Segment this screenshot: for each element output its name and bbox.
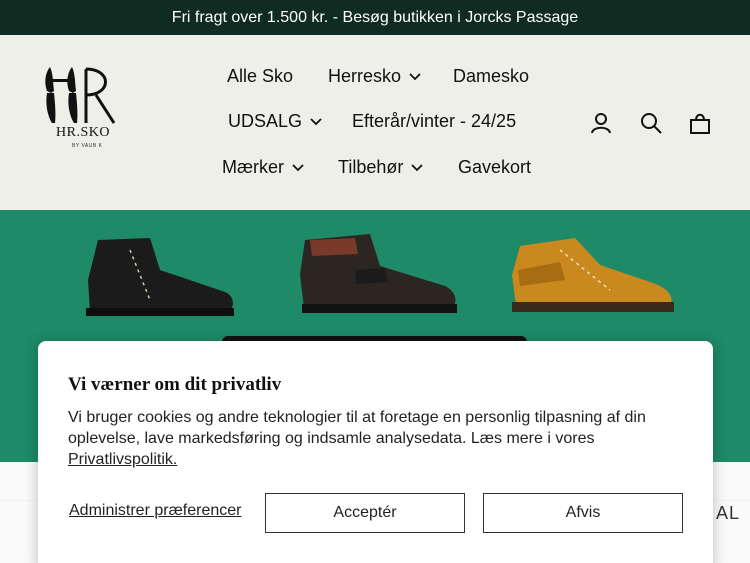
cookie-consent-dialog: Vi værner om dit privatliv Vi bruger coo… [38,341,713,563]
section-heading-fragment: AL [716,503,741,523]
chevron-down-icon [409,72,421,80]
hero-shoes-image [86,234,674,316]
cookie-title: Vi værner om dit privatliv [68,374,282,395]
search-icon [641,113,662,134]
nav-label: UDSALG [228,111,303,131]
logo-subtext: BY VAUB K [72,143,103,149]
announcement-text: Fri fragt over 1.500 kr. - Besøg butikke… [171,8,579,26]
search-button[interactable] [638,110,664,136]
nav-label: Alle Sko [227,66,294,86]
chevron-down-icon [310,117,322,125]
site-header: HR.SKO BY VAUB K Alle Sko Herresko Dames… [0,35,750,210]
accept-button[interactable]: Acceptér [265,493,465,533]
logo[interactable]: HR.SKO BY VAUB K [42,65,132,155]
cookie-body: Vi bruger cookies og andre teknologier t… [68,407,688,470]
account-icon [591,113,611,134]
nav-label: Damesko [453,66,530,86]
cart-icon [690,113,710,134]
nav-udsalg[interactable]: UDSALG [228,111,322,132]
nav-herresko[interactable]: Herresko [328,66,421,87]
nav-maerker[interactable]: Mærker [222,157,304,178]
cookie-body-text: Vi bruger cookies og andre teknologier t… [68,409,646,447]
cart-button[interactable] [687,110,713,136]
logo-mark-icon [45,67,116,124]
announcement-bar: Fri fragt over 1.500 kr. - Besøg butikke… [0,0,750,35]
nav-label: Herresko [328,66,402,86]
nav-label: Tilbehør [338,157,404,177]
nav-alle-sko[interactable]: Alle Sko [227,66,293,87]
decline-button[interactable]: Afvis [483,493,683,533]
nav-damesko[interactable]: Damesko [453,66,529,87]
chevron-down-icon [292,163,304,171]
nav-efteraar-vinter[interactable]: Efterår/vinter - 24/25 [352,111,516,132]
account-button[interactable] [588,110,614,136]
nav-label: Gavekort [458,157,532,177]
nav-gavekort[interactable]: Gavekort [458,157,531,178]
privacy-policy-link[interactable]: Privatlivspolitik. [68,451,177,468]
nav-label: Efterår/vinter - 24/25 [352,111,517,131]
chevron-down-icon [411,163,423,171]
nav-label: Mærker [222,157,284,177]
logo-text: HR.SKO [56,125,110,140]
manage-preferences-link[interactable]: Administrer præferencer [69,502,242,520]
nav-tilbehoer[interactable]: Tilbehør [338,157,423,178]
